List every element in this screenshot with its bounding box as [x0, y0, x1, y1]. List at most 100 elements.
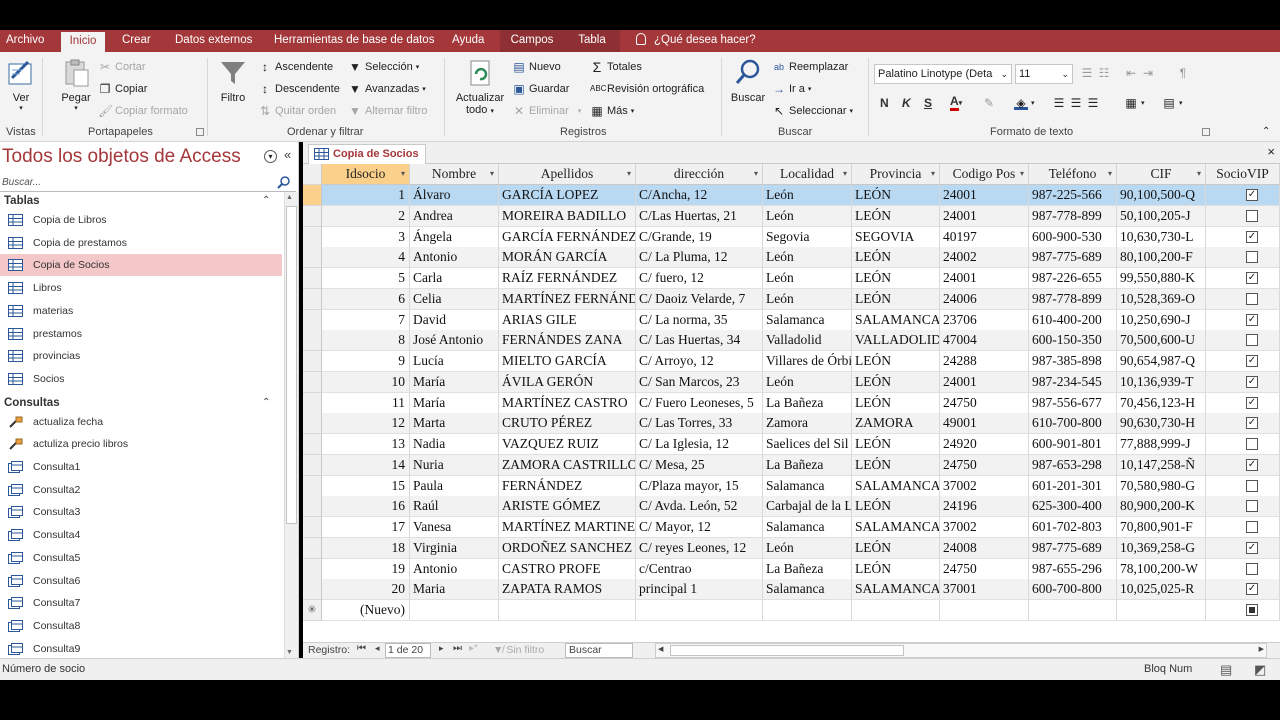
double-chevron-up-icon[interactable]: ⌃: [262, 195, 270, 206]
checkbox[interactable]: [1246, 438, 1258, 450]
guardar-button[interactable]: ▣ Guardar: [512, 82, 569, 96]
table-cell[interactable]: 7: [322, 309, 410, 331]
tab-crear[interactable]: Crear: [118, 30, 155, 52]
table-cell[interactable]: 24196: [940, 496, 1029, 518]
portapapeles-launcher[interactable]: [196, 128, 204, 136]
table-cell[interactable]: 13: [322, 434, 410, 455]
table-cell[interactable]: 1: [322, 185, 410, 206]
socio-vip-checkbox-cell[interactable]: ✓: [1206, 537, 1280, 559]
table-cell[interactable]: Salamanca: [763, 309, 852, 331]
table-cell[interactable]: ZAMORA: [852, 413, 940, 435]
table-cell[interactable]: [499, 600, 636, 621]
table-cell[interactable]: LEÓN: [852, 558, 940, 580]
table-cell[interactable]: ORDOÑEZ SANCHEZ: [499, 537, 636, 559]
alternate-row-color-button[interactable]: ▤ ▾: [1162, 96, 1182, 110]
record-selector[interactable]: [303, 330, 322, 352]
socio-vip-checkbox-cell[interactable]: ✓: [1206, 579, 1280, 601]
column-header[interactable]: Codigo Pos ▾: [940, 164, 1029, 185]
table-cell[interactable]: 987-778-899: [1029, 288, 1117, 310]
checkbox[interactable]: [1246, 479, 1258, 492]
table-cell[interactable]: David: [410, 309, 499, 331]
table-cell[interactable]: 20: [322, 579, 410, 601]
table-cell[interactable]: C/ Las Huertas, 34: [636, 330, 763, 352]
table-cell[interactable]: SEGOVIA: [852, 226, 940, 248]
table-row[interactable]: 6CeliaMARTÍNEZ FERNÁNDEZC/ Daoiz Velarde…: [303, 288, 1280, 310]
table-cell[interactable]: 610-400-200: [1029, 309, 1117, 331]
nav-item[interactable]: Libros: [0, 277, 282, 299]
table-cell[interactable]: 24001: [940, 185, 1029, 206]
table-cell[interactable]: 90,100,500-Q: [1117, 185, 1206, 206]
table-cell[interactable]: Salamanca: [763, 475, 852, 497]
column-header[interactable]: dirección ▾: [636, 164, 763, 185]
table-cell[interactable]: 4: [322, 247, 410, 269]
table-cell[interactable]: 11: [322, 392, 410, 414]
column-filter-arrow-icon[interactable]: ▾: [627, 164, 631, 184]
table-cell[interactable]: Andrea: [410, 205, 499, 227]
checkbox[interactable]: ✓: [1246, 355, 1258, 367]
checkbox[interactable]: ✓: [1246, 583, 1258, 596]
checkbox[interactable]: ✓: [1246, 189, 1258, 201]
nav-item[interactable]: Consulta7: [0, 592, 282, 614]
datasheet-view-button[interactable]: ▤: [1220, 662, 1232, 678]
table-cell[interactable]: ÁVILA GERÓN: [499, 371, 636, 393]
table-cell[interactable]: 37002: [940, 517, 1029, 538]
nav-title[interactable]: Todos los objetos de Access: [2, 146, 241, 168]
table-cell[interactable]: [763, 600, 852, 621]
table-cell[interactable]: ARISTE GÓMEZ: [499, 496, 636, 518]
checkbox[interactable]: [1246, 292, 1258, 305]
socio-vip-checkbox-cell[interactable]: [1206, 517, 1280, 538]
nav-item[interactable]: Consulta9: [0, 638, 282, 660]
nav-item[interactable]: Consulta5: [0, 547, 282, 569]
table-cell[interactable]: Lucía: [410, 351, 499, 372]
tab-inicio[interactable]: Inicio: [61, 30, 105, 52]
table-cell[interactable]: 987-225-566: [1029, 185, 1117, 206]
collapse-ribbon-button[interactable]: ⌃: [1262, 126, 1270, 137]
nav-item[interactable]: Copia de Socios: [0, 254, 282, 277]
table-cell[interactable]: [1117, 600, 1206, 621]
table-cell[interactable]: 70,800,901-F: [1117, 517, 1206, 538]
record-selector[interactable]: [303, 268, 322, 289]
table-cell[interactable]: 610-700-800: [1029, 413, 1117, 435]
table-cell[interactable]: León: [763, 537, 852, 559]
table-cell[interactable]: [940, 600, 1029, 621]
table-cell[interactable]: C/ La Iglesia, 12: [636, 434, 763, 455]
table-cell[interactable]: Carbajal de la Legua: [763, 496, 852, 518]
previous-record-button[interactable]: ◂: [375, 643, 380, 654]
record-selector[interactable]: [303, 205, 322, 227]
nav-menu-button[interactable]: ▾: [264, 150, 277, 163]
table-cell[interactable]: 5: [322, 268, 410, 289]
cortar-button[interactable]: ✂ Cortar: [98, 60, 146, 74]
column-header[interactable]: Idsocio ▾: [322, 164, 410, 185]
indent-buttons[interactable]: ⇤ ⇥: [1124, 66, 1155, 80]
alternar-filtro-button[interactable]: ▼ Alternar filtro: [348, 104, 427, 118]
nav-item[interactable]: Consulta4: [0, 524, 282, 546]
table-cell[interactable]: 987-556-677: [1029, 392, 1117, 414]
table-cell[interactable]: C/ Avda. León, 52: [636, 496, 763, 518]
table-cell[interactable]: Raúl: [410, 496, 499, 518]
table-cell[interactable]: 78,100,200-W: [1117, 558, 1206, 580]
record-selector[interactable]: [303, 454, 322, 476]
column-filter-arrow-icon[interactable]: ▾: [843, 164, 847, 184]
table-cell[interactable]: MORÁN GARCÍA: [499, 247, 636, 269]
nav-item[interactable]: actualiza fecha: [0, 411, 282, 433]
table-cell[interactable]: 10,369,258-G: [1117, 537, 1206, 559]
table-cell[interactable]: María: [410, 392, 499, 414]
table-cell[interactable]: León: [763, 247, 852, 269]
table-cell[interactable]: C/ reyes Leones, 12: [636, 537, 763, 559]
checkbox[interactable]: ✓: [1246, 396, 1258, 409]
column-header[interactable]: SocioVIP: [1206, 164, 1280, 185]
descendente-button[interactable]: ↕ Descendente: [258, 82, 340, 96]
table-cell[interactable]: 47004: [940, 330, 1029, 352]
checkbox[interactable]: ✓: [1246, 375, 1258, 388]
socio-vip-checkbox-cell[interactable]: [1206, 475, 1280, 497]
table-cell[interactable]: Saelices del Sil: [763, 434, 852, 455]
table-cell[interactable]: LEÓN: [852, 185, 940, 206]
table-cell[interactable]: [636, 600, 763, 621]
no-filter-indicator[interactable]: ▼̸ Sin filtro: [493, 644, 544, 656]
table-cell[interactable]: 10,025,025-R: [1117, 579, 1206, 601]
checkbox[interactable]: [1246, 521, 1258, 533]
underline-button[interactable]: S: [924, 96, 932, 110]
socio-vip-checkbox-cell[interactable]: ✓: [1206, 371, 1280, 393]
scroll-down-arrow-icon[interactable]: ▼: [286, 649, 293, 656]
table-cell[interactable]: C/ Mesa, 25: [636, 454, 763, 476]
